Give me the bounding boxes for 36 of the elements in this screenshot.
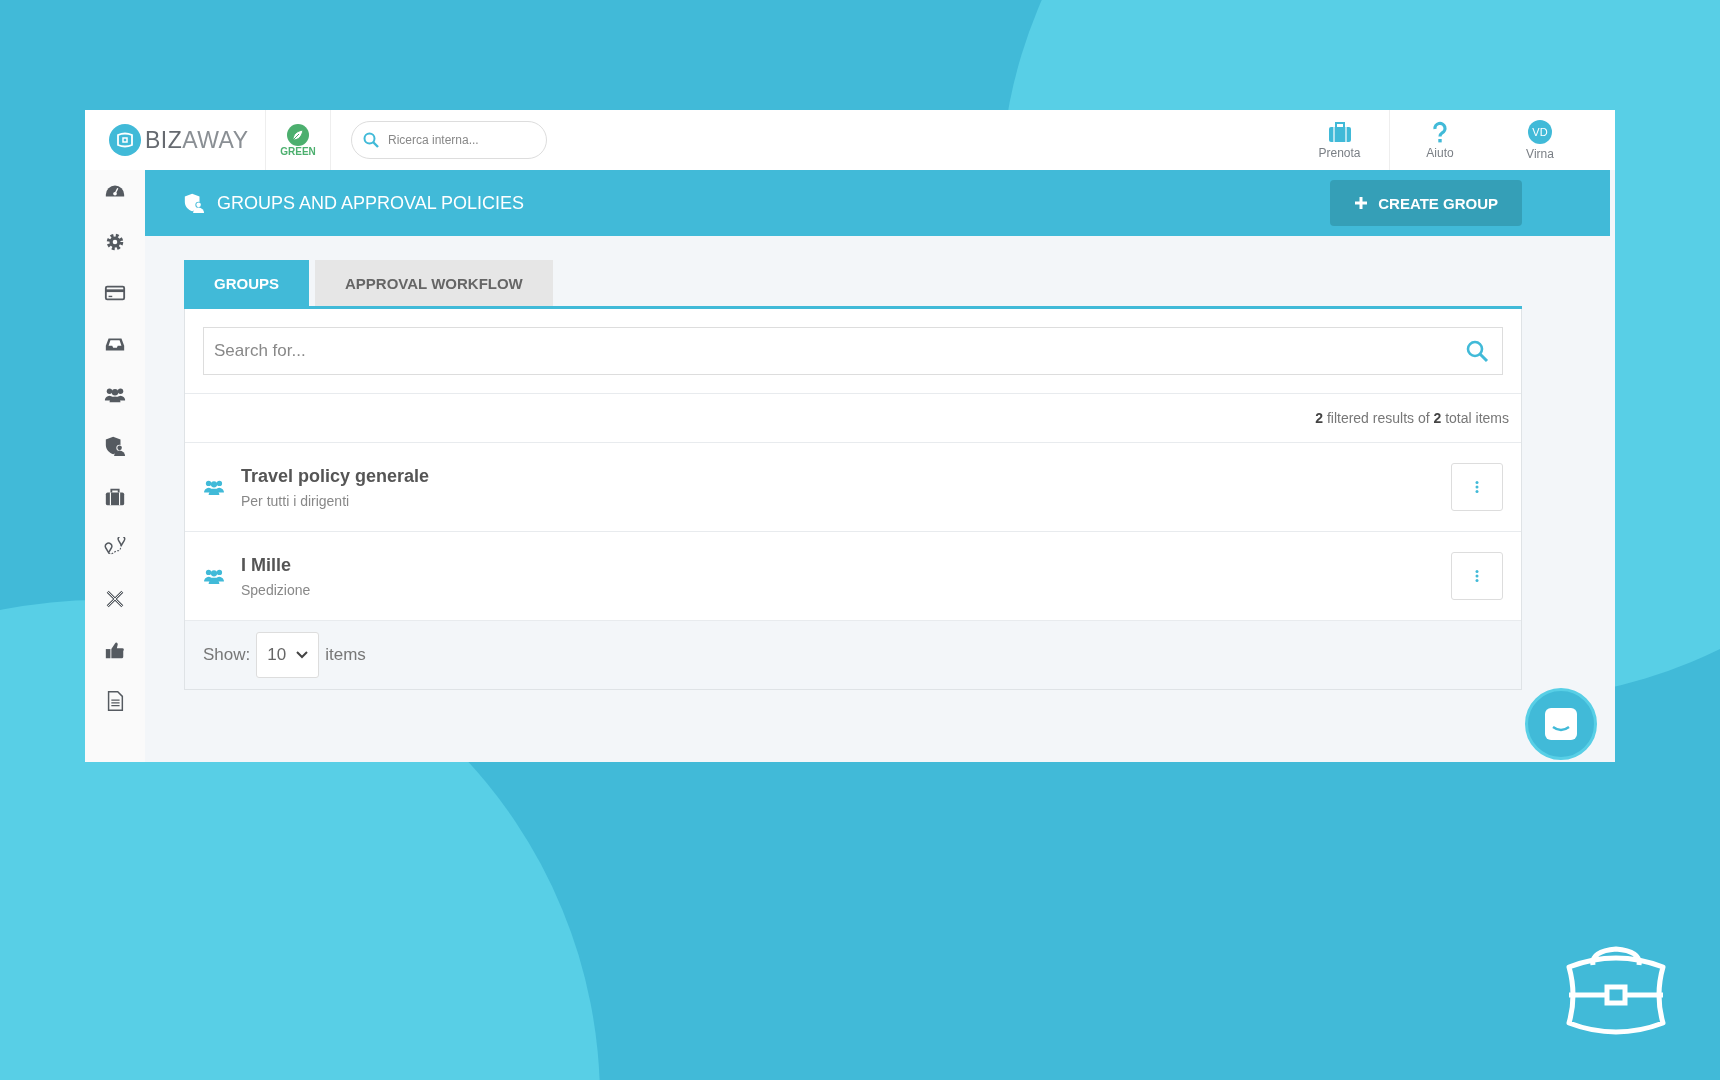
group-description: Spedizione	[241, 581, 312, 598]
group-row[interactable]: Travel policy generale Per tutti i dirigenti	[185, 443, 1521, 532]
chat-icon	[1544, 707, 1578, 741]
more-icon	[1475, 481, 1479, 493]
search-field[interactable]: Ricerca interna...	[351, 121, 547, 159]
results-summary: 2 filtered results of 2 total items	[1315, 410, 1509, 426]
tools-icon[interactable]	[104, 588, 126, 610]
group-name: Travel policy generale	[241, 465, 431, 487]
items-label: items	[325, 645, 366, 665]
logo-icon	[109, 124, 141, 156]
shield-user-icon	[183, 192, 205, 214]
briefcase-icon	[1327, 120, 1352, 143]
nav-action[interactable]: Aiuto	[1390, 110, 1490, 170]
show-label: Show:	[203, 645, 251, 665]
tab[interactable]: GROUPS	[184, 260, 309, 306]
more-icon	[1475, 570, 1479, 582]
leaf-icon	[287, 123, 309, 146]
group-description: Per tutti i dirigenti	[241, 492, 351, 509]
page-title: GROUPS AND APPROVAL POLICIES	[217, 192, 526, 214]
briefcase-icon[interactable]	[104, 486, 126, 508]
page-size-select[interactable]: 10	[256, 632, 320, 678]
gear-icon[interactable]	[104, 231, 126, 253]
users-icon	[203, 567, 225, 585]
eco-label: GREEN	[280, 145, 316, 157]
shield-user-icon[interactable]	[104, 435, 126, 457]
chevron-down-icon	[296, 651, 309, 659]
brand-name: BIZAWAY	[145, 126, 249, 154]
create-group-button[interactable]: CREATE GROUP	[1330, 180, 1522, 226]
user-avatar: VD	[1528, 119, 1552, 144]
profile-menu[interactable]: VD Virna	[1490, 110, 1590, 170]
search-field[interactable]: Search for...	[203, 327, 1503, 375]
plus-icon	[1354, 196, 1369, 210]
users-icon	[203, 478, 225, 496]
group-name: I Mille	[241, 554, 292, 576]
tab[interactable]: APPROVAL WORKFLOW	[315, 260, 553, 306]
search-icon	[1465, 339, 1489, 363]
